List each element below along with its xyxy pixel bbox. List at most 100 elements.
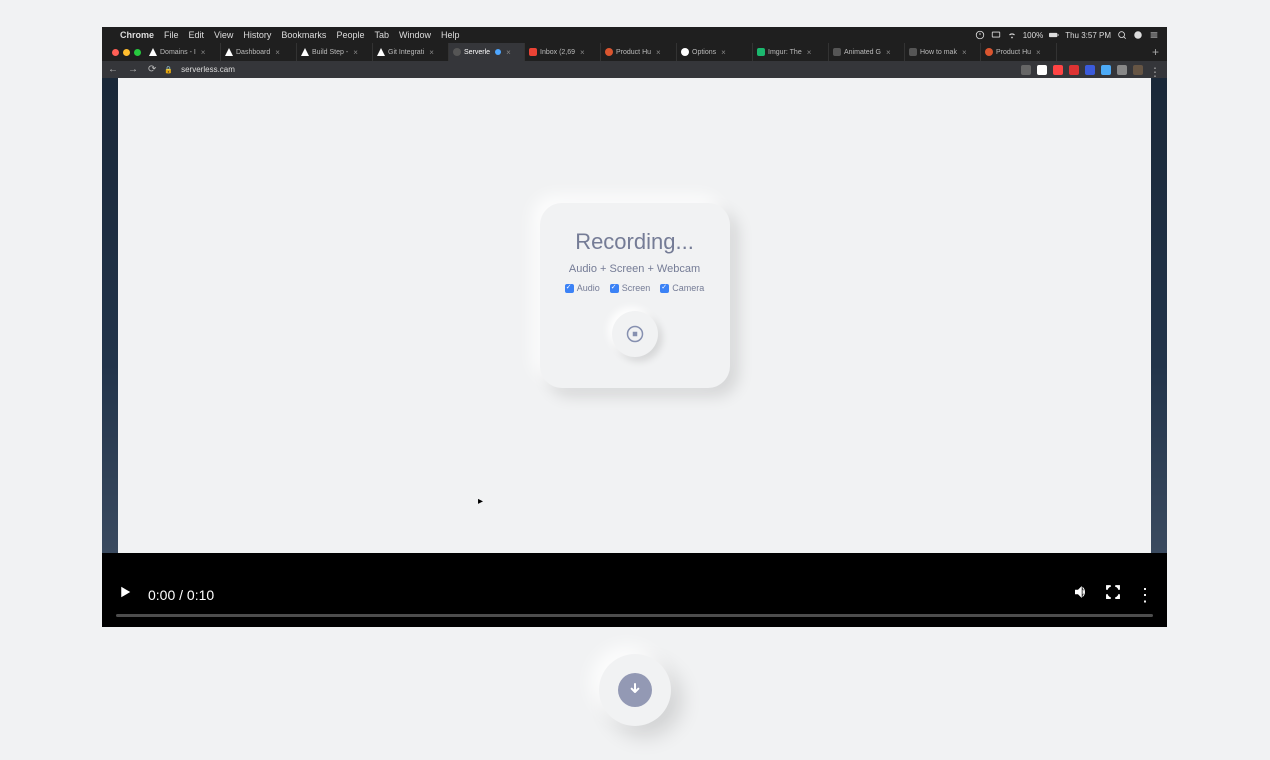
tab-strip: Domains - I× Dashboard× Build Step -× Gi… bbox=[102, 43, 1167, 61]
screen-mirror-icon bbox=[991, 30, 1001, 40]
checkbox-icon bbox=[660, 284, 669, 293]
menu-history[interactable]: History bbox=[243, 30, 271, 40]
battery-icon bbox=[1049, 30, 1059, 40]
close-icon[interactable]: × bbox=[353, 48, 358, 57]
close-icon[interactable]: × bbox=[656, 48, 661, 57]
producthunt-icon bbox=[985, 48, 993, 56]
back-button[interactable]: ← bbox=[108, 64, 118, 75]
stop-recording-button[interactable] bbox=[612, 311, 658, 357]
close-icon[interactable]: × bbox=[1036, 48, 1041, 57]
recording-title: Recording... bbox=[575, 229, 694, 255]
wifi-icon bbox=[1007, 30, 1017, 40]
menu-tab[interactable]: Tab bbox=[374, 30, 389, 40]
extension-icon[interactable] bbox=[1053, 65, 1063, 75]
close-icon[interactable]: × bbox=[201, 48, 206, 57]
recording-indicator-icon bbox=[495, 49, 501, 55]
page-icon bbox=[833, 48, 841, 56]
tab-buildstep[interactable]: Build Step -× bbox=[297, 43, 373, 61]
download-arrow-icon bbox=[627, 682, 643, 698]
extension-icons: ⋮ bbox=[1021, 65, 1161, 75]
menubar-datetime: Thu 3:57 PM bbox=[1065, 31, 1111, 40]
close-icon[interactable]: × bbox=[580, 48, 585, 57]
close-icon[interactable]: × bbox=[275, 48, 280, 57]
tab-howto[interactable]: How to mak× bbox=[905, 43, 981, 61]
checkbox-screen[interactable]: Screen bbox=[610, 283, 651, 293]
video-time-display: 0:00 / 0:10 bbox=[148, 587, 214, 603]
extension-icon[interactable] bbox=[1021, 65, 1031, 75]
video-progress-bar[interactable] bbox=[116, 614, 1153, 617]
chrome-window: Domains - I× Dashboard× Build Step -× Gi… bbox=[102, 43, 1167, 78]
menu-bookmarks[interactable]: Bookmarks bbox=[281, 30, 326, 40]
close-icon[interactable]: × bbox=[886, 48, 891, 57]
volume-icon bbox=[1072, 583, 1090, 601]
close-icon[interactable]: × bbox=[807, 48, 812, 57]
forward-button[interactable]: → bbox=[128, 64, 138, 75]
producthunt-icon bbox=[605, 48, 613, 56]
close-icon[interactable]: × bbox=[721, 48, 726, 57]
close-icon[interactable]: × bbox=[506, 48, 511, 57]
tab-producthunt-1[interactable]: Product Hu× bbox=[601, 43, 677, 61]
battery-percent: 100% bbox=[1023, 31, 1043, 40]
recording-subtitle: Audio + Screen + Webcam bbox=[569, 263, 700, 275]
tab-producthunt-2[interactable]: Product Hu× bbox=[981, 43, 1057, 61]
menu-people[interactable]: People bbox=[336, 30, 364, 40]
extension-icon[interactable] bbox=[1117, 65, 1127, 75]
github-icon bbox=[681, 48, 689, 56]
volume-button[interactable] bbox=[1072, 583, 1090, 606]
star-icon[interactable] bbox=[1037, 65, 1047, 75]
video-player-frame: Chrome File Edit View History Bookmarks … bbox=[102, 27, 1167, 627]
tab-animated[interactable]: Animated G× bbox=[829, 43, 905, 61]
tabs: Domains - I× Dashboard× Build Step -× Gi… bbox=[145, 43, 1144, 61]
tab-serverless[interactable]: Serverle× bbox=[449, 43, 525, 61]
window-controls bbox=[108, 49, 145, 56]
page-content: Recording... Audio + Screen + Webcam Aud… bbox=[102, 78, 1167, 553]
search-icon[interactable] bbox=[1117, 30, 1127, 40]
address-bar: ← → ⟳ 🔒 serverless.cam ⋮ bbox=[102, 61, 1167, 78]
chrome-menu-button[interactable]: ⋮ bbox=[1149, 65, 1161, 75]
recording-card: Recording... Audio + Screen + Webcam Aud… bbox=[540, 203, 730, 388]
lock-icon: 🔒 bbox=[164, 66, 173, 74]
toggle-icon bbox=[975, 30, 985, 40]
more-options-button[interactable]: ⋮ bbox=[1136, 586, 1153, 604]
close-window-button[interactable] bbox=[112, 49, 119, 56]
vercel-icon bbox=[301, 48, 309, 56]
recording-options: Audio Screen Camera bbox=[565, 283, 705, 293]
extension-icon[interactable] bbox=[1069, 65, 1079, 75]
control-center-icon[interactable] bbox=[1149, 30, 1159, 40]
tab-imgur[interactable]: Imgur: The× bbox=[753, 43, 829, 61]
menu-help[interactable]: Help bbox=[441, 30, 460, 40]
menu-view[interactable]: View bbox=[214, 30, 233, 40]
tab-inbox[interactable]: Inbox (2,69× bbox=[525, 43, 601, 61]
play-button[interactable] bbox=[116, 583, 134, 606]
tab-options[interactable]: Options× bbox=[677, 43, 753, 61]
reload-button[interactable]: ⟳ bbox=[148, 64, 156, 75]
download-button[interactable] bbox=[599, 654, 671, 726]
tab-dashboard[interactable]: Dashboard× bbox=[221, 43, 297, 61]
extension-icon[interactable] bbox=[1101, 65, 1111, 75]
menu-edit[interactable]: Edit bbox=[189, 30, 205, 40]
close-icon[interactable]: × bbox=[962, 48, 967, 57]
stop-icon bbox=[626, 325, 644, 343]
checkbox-camera[interactable]: Camera bbox=[660, 283, 704, 293]
extension-icon[interactable] bbox=[1133, 65, 1143, 75]
video-controls: 0:00 / 0:10 ⋮ bbox=[102, 552, 1167, 627]
extension-icon[interactable] bbox=[1085, 65, 1095, 75]
menu-file[interactable]: File bbox=[164, 30, 179, 40]
siri-icon[interactable] bbox=[1133, 30, 1143, 40]
minimize-window-button[interactable] bbox=[123, 49, 130, 56]
menubar-app-name: Chrome bbox=[120, 30, 154, 40]
checkbox-audio[interactable]: Audio bbox=[565, 283, 600, 293]
fullscreen-button[interactable] bbox=[1104, 583, 1122, 606]
menu-window[interactable]: Window bbox=[399, 30, 431, 40]
cursor-icon: ▸ bbox=[478, 496, 483, 507]
maximize-window-button[interactable] bbox=[134, 49, 141, 56]
vercel-icon bbox=[225, 48, 233, 56]
tab-git[interactable]: Git Integrati× bbox=[373, 43, 449, 61]
close-icon[interactable]: × bbox=[429, 48, 434, 57]
new-tab-button[interactable]: + bbox=[1144, 45, 1167, 59]
tab-domains[interactable]: Domains - I× bbox=[145, 43, 221, 61]
url-text[interactable]: serverless.cam bbox=[181, 65, 1013, 74]
vercel-icon bbox=[377, 48, 385, 56]
mac-menubar: Chrome File Edit View History Bookmarks … bbox=[102, 27, 1167, 43]
gmail-icon bbox=[529, 48, 537, 56]
